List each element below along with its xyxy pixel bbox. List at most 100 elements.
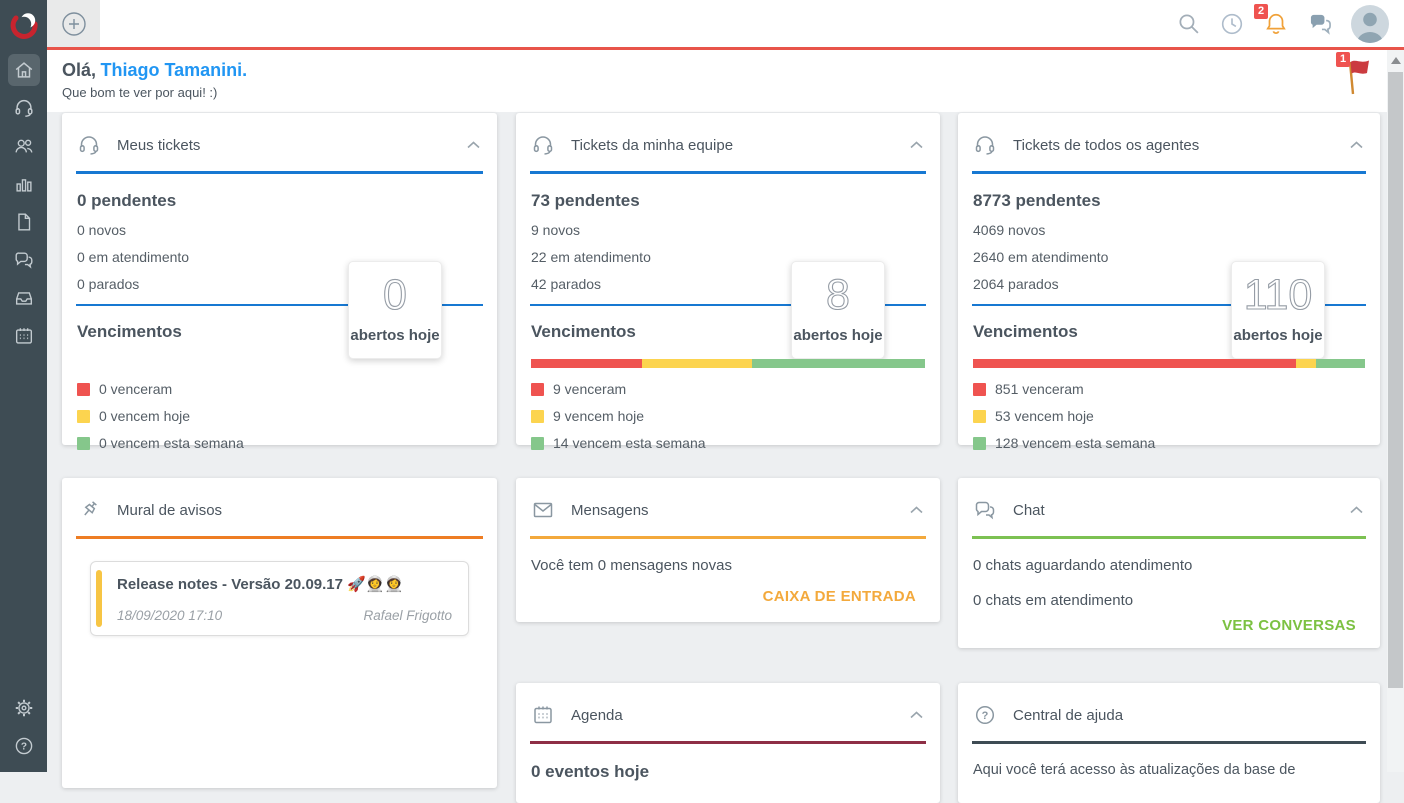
note-date: 18/09/2020 17:10 [117, 608, 223, 623]
help-icon: ? [15, 737, 32, 755]
bar-segment-green [1316, 359, 1365, 368]
legend-swatch [531, 382, 544, 396]
card-chat: Chat 0 chats aguardando atendimento 0 ch… [958, 478, 1380, 648]
chat-button[interactable] [1307, 10, 1334, 37]
scroll-up-arrow-icon[interactable] [1390, 57, 1401, 64]
document-icon [17, 213, 30, 231]
note-title: Release notes - Versão 20.09.17 🚀👩‍🚀👩‍🚀 [117, 576, 404, 593]
legend-label: 128 vencem esta semana [995, 435, 1156, 451]
novos-count: 4069 novos [973, 222, 1046, 238]
legend-row: 0 vencem esta semana [77, 435, 482, 451]
question-circle-icon: ? [975, 705, 995, 725]
greeting-user-name[interactable]: Thiago Tamanini. [100, 60, 247, 80]
sidebar-item-documents[interactable] [0, 203, 47, 241]
headset-icon [533, 136, 553, 155]
mensagens-count-line: Você tem 0 mensagens novas [531, 557, 732, 574]
header-rule [76, 536, 483, 539]
gear-icon [15, 699, 32, 717]
legend-row: 128 vencem esta semana [973, 435, 1365, 451]
note-author: Rafael Frigotto [363, 608, 452, 623]
collapse-chevron-icon[interactable] [909, 140, 924, 150]
pendentes-count: 8773 pendentes [973, 191, 1101, 210]
flag-widget[interactable]: 1 [1336, 52, 1376, 101]
card-tickets-agentes: Tickets de todos os agentes 8773 pendent… [958, 113, 1380, 451]
pushpin-icon [84, 501, 97, 516]
legend-swatch [973, 436, 986, 450]
caixa-de-entrada-link[interactable]: CAIXA DE ENTRADA [531, 588, 925, 605]
svg-text:?: ? [982, 710, 989, 722]
legend-row: 851 venceram [973, 381, 1365, 397]
legend-swatch [77, 436, 90, 450]
bar-segment-yellow [641, 359, 753, 368]
vencimentos-bar [77, 359, 482, 368]
vencimentos-title: Vencimentos [973, 322, 1078, 341]
card-meus-tickets: Meus tickets 0 pendentes 0 novos 0 em at… [62, 113, 497, 451]
chats-aguardando-line: 0 chats aguardando atendimento [973, 557, 1193, 574]
bar-segment-yellow [1296, 359, 1317, 368]
legend-label: 53 vencem hoje [995, 408, 1094, 424]
new-tab-button[interactable] [47, 0, 100, 47]
chat-bubbles-icon [975, 501, 995, 520]
card-title: Central de ajuda [1013, 706, 1124, 724]
clock-icon [1221, 13, 1243, 34]
envelope-icon [533, 502, 553, 518]
collapse-chevron-icon[interactable] [909, 505, 924, 515]
collapse-chevron-icon[interactable] [909, 710, 924, 720]
card-mensagens: Mensagens Você tem 0 mensagens novas CAI… [516, 478, 940, 622]
vencimentos-title: Vencimentos [531, 322, 636, 341]
sidebar-item-calendar[interactable] [0, 317, 47, 355]
ver-conversas-link[interactable]: VER CONVERSAS [973, 617, 1365, 634]
abertos-hoje-value: 110 [1243, 270, 1313, 319]
calendar-icon [15, 328, 32, 344]
vertical-scrollbar[interactable] [1387, 50, 1404, 772]
bar-segment-green [752, 359, 925, 368]
legend-swatch [531, 436, 544, 450]
chat-bubbles-icon [15, 252, 32, 269]
notifications-button[interactable]: 2 [1254, 3, 1289, 37]
sidebar-item-reports[interactable] [0, 165, 47, 203]
header-rule [530, 171, 926, 174]
collapse-chevron-icon[interactable] [1349, 505, 1364, 515]
legend-swatch [77, 382, 90, 396]
collapse-chevron-icon[interactable] [1349, 140, 1364, 150]
sidebar-item-help[interactable]: ? [0, 727, 47, 765]
legend-row: 0 venceram [77, 381, 482, 397]
legend-row: 9 venceram [531, 381, 925, 397]
card-central-ajuda: ? Central de ajuda Aqui você terá acesso… [958, 683, 1380, 803]
abertos-hoje-value: 0 [382, 270, 407, 319]
sidebar-item-inbox[interactable] [0, 279, 47, 317]
sidebar-item-chat[interactable] [0, 241, 47, 279]
card-title: Mensagens [571, 501, 649, 519]
headset-icon [79, 136, 99, 155]
sidebar-item-people[interactable] [0, 127, 47, 165]
ajuda-description-line: Aqui você terá acesso às atualizações da… [973, 762, 1296, 778]
collapse-chevron-icon[interactable] [466, 140, 481, 150]
legend-swatch [531, 409, 544, 423]
legend-label: 851 venceram [995, 381, 1084, 397]
legend-label: 0 vencem hoje [99, 408, 191, 424]
bar-chart-icon [15, 179, 32, 192]
release-note-item[interactable]: Release notes - Versão 20.09.17 🚀👩‍🚀👩‍🚀 … [90, 561, 469, 636]
recent-button[interactable] [1219, 11, 1245, 37]
legend-label: 9 vencem hoje [553, 408, 645, 424]
legend-row: 0 vencem hoje [77, 408, 482, 424]
header-rule [972, 171, 1366, 174]
app-logo [0, 0, 47, 47]
sidebar: ? [0, 0, 47, 772]
card-mural-avisos: Mural de avisos Release notes - Versão 2… [62, 478, 497, 788]
sidebar-item-settings[interactable] [0, 689, 47, 727]
inbox-icon [15, 292, 32, 305]
novos-count: 0 novos [77, 222, 127, 238]
calendar-icon [534, 706, 552, 724]
card-title: Agenda [571, 706, 623, 724]
sidebar-item-home[interactable] [0, 51, 47, 89]
sidebar-item-tickets[interactable] [0, 89, 47, 127]
card-title: Mural de avisos [117, 501, 223, 519]
greeting-hello: Olá, [62, 60, 97, 80]
accent-line [47, 47, 1404, 50]
abertos-hoje-value: 8 [825, 270, 850, 319]
bar-segment-red [531, 359, 642, 368]
search-button[interactable] [1176, 11, 1201, 36]
avatar[interactable] [1351, 4, 1389, 43]
scrollbar-thumb[interactable] [1388, 72, 1403, 688]
